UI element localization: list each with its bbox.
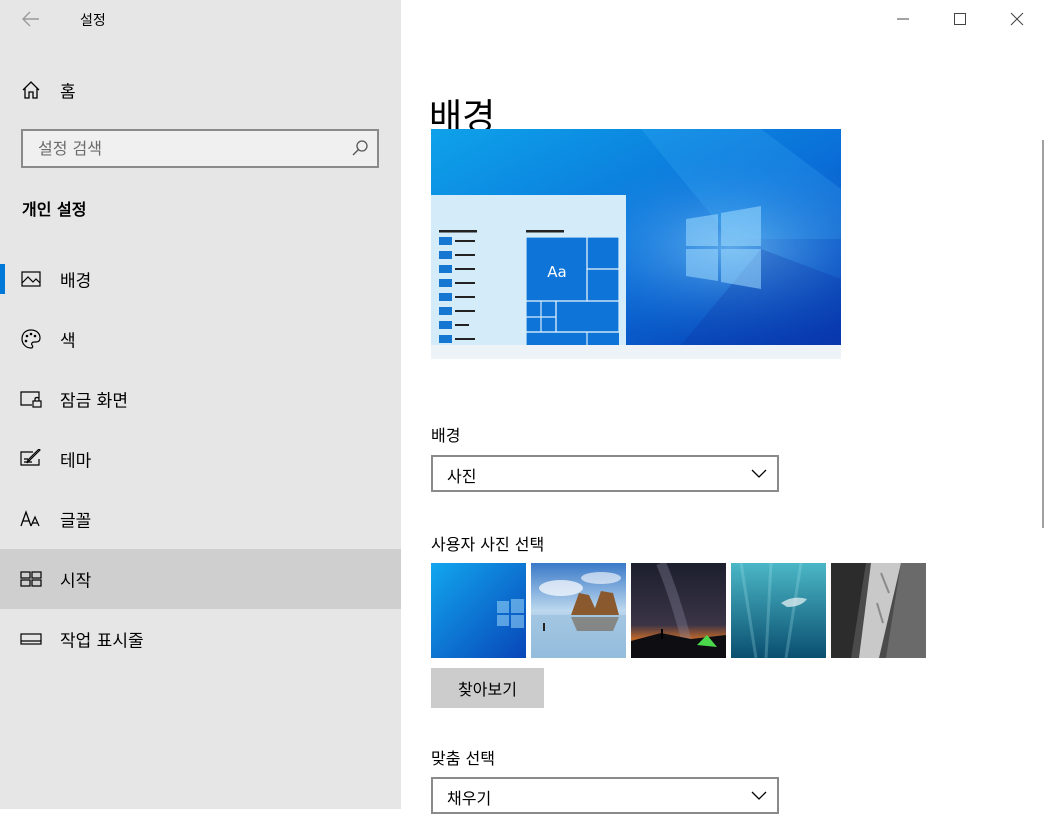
- picture-thumbnails: [431, 563, 926, 658]
- picture-thumbnail[interactable]: [631, 563, 726, 658]
- picture-thumbnail[interactable]: [831, 563, 926, 658]
- sidebar-item-fonts[interactable]: 글꼴: [0, 489, 401, 549]
- sidebar-nav: 배경 색 잠금 화면 테마 글꼴 시작 작업 표시줄: [0, 249, 401, 669]
- sidebar-item-label: 잠금 화면: [60, 391, 128, 412]
- sidebar-item-label: 배경: [60, 271, 92, 292]
- scrollbar[interactable]: [1042, 140, 1044, 528]
- font-icon: [20, 508, 42, 530]
- sidebar-item-themes[interactable]: 테마: [0, 429, 401, 489]
- theme-brush-icon: [20, 448, 42, 470]
- browse-button[interactable]: 찾아보기: [431, 668, 544, 708]
- sidebar-item-label: 테마: [60, 451, 92, 472]
- main-content: 배경 Aa 배경 사진 사용자 사진 선택 찾아보기 맞춤 선택 채우기: [401, 0, 1046, 814]
- fit-dropdown[interactable]: 채우기: [431, 777, 779, 814]
- picture-thumbnail[interactable]: [431, 563, 526, 658]
- search-box: [21, 129, 379, 168]
- picture-thumbnail[interactable]: [731, 563, 826, 658]
- sidebar-item-home[interactable]: 홈: [0, 70, 401, 110]
- sidebar-item-lock-screen[interactable]: 잠금 화면: [0, 369, 401, 429]
- title-bar: 설정: [0, 0, 401, 38]
- app-title: 설정: [80, 13, 106, 29]
- search-input[interactable]: [23, 131, 343, 166]
- search-icon[interactable]: [351, 139, 369, 157]
- picture-thumbnail[interactable]: [531, 563, 626, 658]
- background-dropdown-value: 사진: [447, 467, 477, 486]
- sidebar-item-start[interactable]: 시작: [0, 549, 401, 609]
- back-button[interactable]: [14, 4, 48, 34]
- taskbar-icon: [20, 628, 42, 650]
- sidebar-item-color[interactable]: 색: [0, 309, 401, 369]
- preview-sample-text: Aa: [547, 263, 566, 281]
- selection-indicator: [0, 264, 5, 294]
- sidebar-item-label: 홈: [60, 82, 76, 103]
- back-arrow-icon: [22, 11, 39, 27]
- choose-picture-label: 사용자 사진 선택: [431, 535, 545, 554]
- palette-icon: [20, 328, 42, 350]
- chevron-down-icon: [751, 469, 767, 478]
- section-title: 개인 설정: [22, 200, 87, 219]
- sidebar-item-label: 글꼴: [60, 511, 92, 532]
- home-icon: [20, 79, 42, 101]
- chevron-down-icon: [751, 791, 767, 800]
- sidebar: 설정 홈 개인 설정 배경: [0, 0, 401, 809]
- sidebar-item-background[interactable]: 배경: [0, 249, 401, 309]
- background-label: 배경: [431, 426, 461, 445]
- sidebar-item-label: 작업 표시줄: [60, 631, 144, 652]
- sidebar-item-taskbar[interactable]: 작업 표시줄: [0, 609, 401, 669]
- fit-label: 맞춤 선택: [431, 749, 495, 768]
- background-preview: Aa: [431, 129, 841, 359]
- sidebar-item-label: 색: [60, 331, 76, 352]
- sidebar-item-label: 시작: [60, 571, 92, 592]
- picture-icon: [20, 268, 42, 290]
- fit-dropdown-value: 채우기: [447, 789, 492, 808]
- start-icon: [20, 568, 42, 590]
- background-dropdown[interactable]: 사진: [431, 455, 779, 492]
- lock-screen-icon: [20, 388, 42, 410]
